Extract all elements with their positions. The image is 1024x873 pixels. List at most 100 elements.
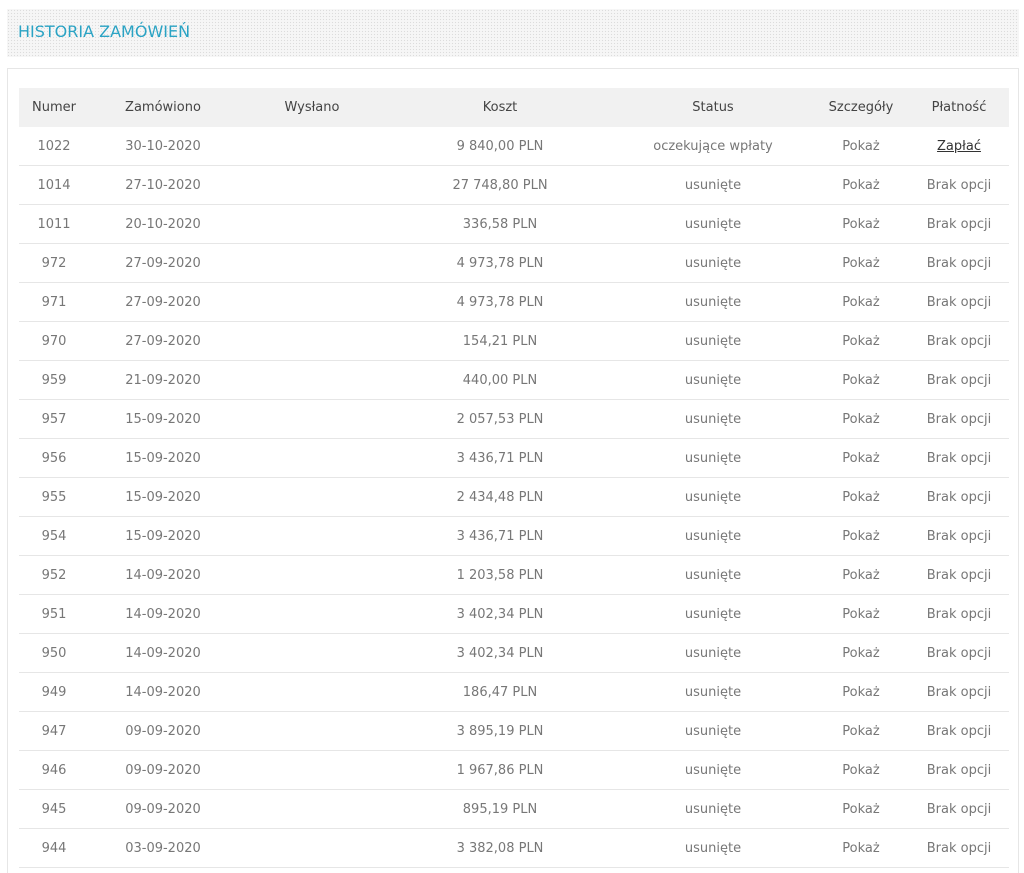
order-date: 15-09-2020 xyxy=(89,516,237,556)
table-row: 945 09-09-2020 895,19 PLN usunięte Pokaż Brak… xyxy=(19,789,1009,829)
order-status: usunięte xyxy=(613,594,813,634)
order-date: 27-09-2020 xyxy=(89,321,237,361)
order-cost: 3 402,34 PLN xyxy=(387,594,613,634)
order-cost: 3 402,34 PLN xyxy=(387,633,613,673)
order-number: 949 xyxy=(19,672,89,712)
show-details-link[interactable]: Pokaż xyxy=(813,399,909,439)
order-status: usunięte xyxy=(613,360,813,400)
show-details-link[interactable]: Pokaż xyxy=(813,204,909,244)
section-header: HISTORIA ZAMÓWIEŃ xyxy=(7,9,1019,57)
show-details-link[interactable]: Pokaż xyxy=(813,594,909,634)
header-details: Szczegóły xyxy=(813,88,909,127)
shipped-date xyxy=(237,516,387,556)
payment-cell: Brak opcji xyxy=(909,711,1009,751)
shipped-date xyxy=(237,789,387,829)
order-date: 21-09-2020 xyxy=(89,360,237,400)
no-payment-options: Brak opcji xyxy=(926,684,992,700)
show-details-link[interactable]: Pokaż xyxy=(813,711,909,751)
order-number: 1022 xyxy=(19,127,89,166)
show-details-link[interactable]: Pokaż xyxy=(813,789,909,829)
show-details-link[interactable]: Pokaż xyxy=(813,633,909,673)
header-shipped: Wysłano xyxy=(237,88,387,127)
table-row: 970 27-09-2020 154,21 PLN usunięte Pokaż Brak… xyxy=(19,321,1009,361)
order-number: 947 xyxy=(19,711,89,751)
order-cost: 2 057,53 PLN xyxy=(387,399,613,439)
payment-cell: Brak opcji xyxy=(909,477,1009,517)
order-date: 14-09-2020 xyxy=(89,555,237,595)
table-row: 959 21-09-2020 440,00 PLN usunięte Pokaż Brak… xyxy=(19,360,1009,400)
table-row: 949 14-09-2020 186,47 PLN usunięte Pokaż Brak… xyxy=(19,672,1009,712)
order-status: usunięte xyxy=(613,321,813,361)
show-details-link[interactable]: Pokaż xyxy=(813,516,909,556)
payment-cell: Brak opcji xyxy=(909,633,1009,673)
order-number: 1014 xyxy=(19,165,89,205)
show-details-link[interactable]: Pokaż xyxy=(813,360,909,400)
pay-link[interactable]: Zapłać xyxy=(937,139,981,154)
order-number: 957 xyxy=(19,399,89,439)
show-details-link[interactable]: Pokaż xyxy=(813,243,909,283)
order-status: usunięte xyxy=(613,633,813,673)
order-date: 15-09-2020 xyxy=(89,477,237,517)
order-cost: 3 382,08 PLN xyxy=(387,828,613,868)
order-cost: 336,58 PLN xyxy=(387,204,613,244)
payment-cell: Brak opcji xyxy=(909,516,1009,556)
table-row: 950 14-09-2020 3 402,34 PLN usunięte Pokaż Br… xyxy=(19,633,1009,673)
orders-table: Numer Zamówiono Wysłano Koszt Status Szc… xyxy=(19,88,1009,868)
order-number: 971 xyxy=(19,282,89,322)
payment-cell: Brak opcji xyxy=(909,828,1009,868)
order-date: 30-10-2020 xyxy=(89,127,237,166)
order-cost: 186,47 PLN xyxy=(387,672,613,712)
show-details-link[interactable]: Pokaż xyxy=(813,477,909,517)
order-cost: 9 840,00 PLN xyxy=(387,127,613,166)
order-number: 956 xyxy=(19,438,89,478)
order-number: 952 xyxy=(19,555,89,595)
payment-cell: Brak opcji xyxy=(909,672,1009,712)
show-details-link[interactable]: Pokaż xyxy=(813,828,909,868)
shipped-date xyxy=(237,438,387,478)
order-date: 14-09-2020 xyxy=(89,672,237,712)
table-row: 947 09-09-2020 3 895,19 PLN usunięte Pokaż Br… xyxy=(19,711,1009,751)
table-row: 955 15-09-2020 2 434,48 PLN usunięte Pokaż Br… xyxy=(19,477,1009,517)
order-history-page: HISTORIA ZAMÓWIEŃ Numer Zamówiono Wysłan… xyxy=(0,0,1024,873)
show-details-link[interactable]: Pokaż xyxy=(813,165,909,205)
payment-cell: Brak opcji xyxy=(909,204,1009,244)
no-payment-options: Brak opcji xyxy=(926,450,992,466)
order-number: 951 xyxy=(19,594,89,634)
order-cost: 1 203,58 PLN xyxy=(387,555,613,595)
shipped-date xyxy=(237,828,387,868)
header-cost: Koszt xyxy=(387,88,613,127)
payment-cell: Brak opcji xyxy=(909,750,1009,790)
order-cost: 154,21 PLN xyxy=(387,321,613,361)
shipped-date xyxy=(237,750,387,790)
show-details-link[interactable]: Pokaż xyxy=(813,438,909,478)
table-row: 951 14-09-2020 3 402,34 PLN usunięte Pokaż Br… xyxy=(19,594,1009,634)
order-date: 14-09-2020 xyxy=(89,633,237,673)
show-details-link[interactable]: Pokaż xyxy=(813,321,909,361)
table-row: 1014 27-10-2020 27 748,80 PLN usunięte Pokaż… xyxy=(19,165,1009,205)
show-details-link[interactable]: Pokaż xyxy=(813,555,909,595)
order-status: usunięte xyxy=(613,243,813,283)
order-cost: 3 436,71 PLN xyxy=(387,438,613,478)
table-row: 956 15-09-2020 3 436,71 PLN usunięte Pokaż Br… xyxy=(19,438,1009,478)
show-details-link[interactable]: Pokaż xyxy=(813,282,909,322)
table-row: 1011 20-10-2020 336,58 PLN usunięte Pokaż Bra… xyxy=(19,204,1009,244)
show-details-link[interactable]: Pokaż xyxy=(813,750,909,790)
show-details-link[interactable]: Pokaż xyxy=(813,127,909,166)
no-payment-options: Brak opcji xyxy=(926,294,992,310)
payment-cell: Brak opcji xyxy=(909,399,1009,439)
order-cost: 3 895,19 PLN xyxy=(387,711,613,751)
order-date: 09-09-2020 xyxy=(89,789,237,829)
order-date: 03-09-2020 xyxy=(89,828,237,868)
no-payment-options: Brak opcji xyxy=(926,255,992,271)
page-title: HISTORIA ZAMÓWIEŃ xyxy=(18,22,191,41)
shipped-date xyxy=(237,594,387,634)
header-status: Status xyxy=(613,88,813,127)
payment-cell: Brak opcji xyxy=(909,789,1009,829)
show-details-link[interactable]: Pokaż xyxy=(813,672,909,712)
order-status: usunięte xyxy=(613,399,813,439)
no-payment-options: Brak opcji xyxy=(926,216,992,232)
order-status: usunięte xyxy=(613,165,813,205)
order-cost: 2 434,48 PLN xyxy=(387,477,613,517)
orders-panel: Numer Zamówiono Wysłano Koszt Status Szc… xyxy=(7,68,1019,873)
table-row: 1022 30-10-2020 9 840,00 PLN oczekujące wpł… xyxy=(19,127,1009,166)
